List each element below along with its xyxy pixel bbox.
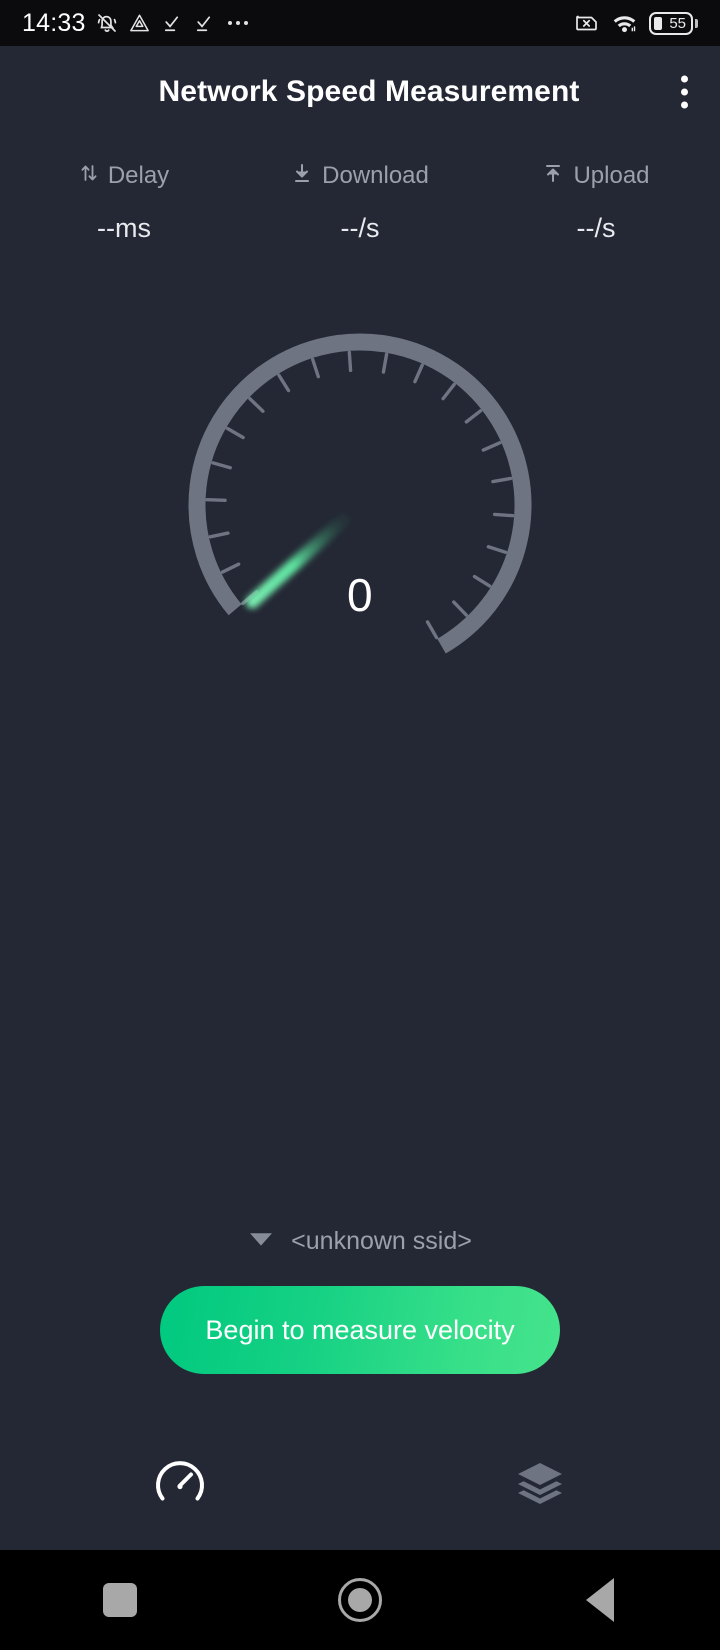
nav-recents-button[interactable] (0, 1583, 240, 1617)
triangle-warning-icon (128, 12, 151, 35)
status-bar-left: 14:33 (22, 8, 574, 37)
more-dots-icon (227, 21, 248, 25)
stat-delay-value: --ms (97, 213, 151, 243)
speedometer-icon (153, 1456, 207, 1515)
stat-upload-value: --/s (576, 213, 616, 243)
check-underline-icon (192, 12, 215, 35)
stat-delay: Delay --ms (6, 162, 242, 242)
app-bar: Network Speed Measurement (0, 46, 720, 138)
layers-icon (514, 1457, 566, 1514)
metrics-row: Delay --ms Download --/s Upload --/s (0, 162, 720, 242)
upload-arrow-icon (542, 162, 564, 189)
ssid-label: <unknown ssid> (291, 1227, 472, 1255)
stat-download-value: --/s (340, 213, 380, 243)
cta-wrap: Begin to measure velocity (0, 1286, 720, 1374)
begin-measure-button[interactable]: Begin to measure velocity (160, 1286, 560, 1374)
speed-gauge: 0 (0, 300, 720, 770)
stat-upload-header: Upload (478, 162, 714, 189)
wifi-icon (611, 11, 638, 35)
stat-download-header: Download (242, 162, 478, 189)
tab-speedometer[interactable] (0, 1456, 360, 1515)
square-icon (103, 1583, 137, 1617)
check-underline-icon (160, 12, 183, 35)
status-clock: 14:33 (22, 8, 86, 37)
stat-download: Download --/s (242, 162, 478, 242)
battery-icon: 55 (649, 11, 698, 35)
battery-level: 55 (669, 14, 686, 32)
stat-delay-label: Delay (107, 161, 170, 189)
overflow-menu-icon[interactable] (675, 70, 694, 115)
stat-download-label: Download (322, 161, 429, 189)
nav-back-button[interactable] (480, 1578, 720, 1622)
triangle-left-icon (586, 1578, 614, 1622)
sim-x-icon (574, 11, 600, 35)
bottom-tab-bar (0, 1420, 720, 1550)
ssid-row: <unknown ssid> (0, 1229, 720, 1254)
wifi-signal-icon (248, 1229, 274, 1254)
delay-arrows-icon (79, 162, 99, 189)
stat-upload-label: Upload (573, 161, 650, 189)
gauge-svg (188, 333, 532, 654)
app-screen: 14:33 55 Network Speed Measurement Delay… (0, 0, 720, 1650)
gauge-value: 0 (346, 569, 374, 621)
stat-upload: Upload --/s (478, 162, 714, 242)
status-bar: 14:33 55 (0, 0, 720, 46)
stat-delay-header: Delay (6, 162, 242, 189)
mute-bell-icon (95, 11, 119, 35)
tab-layers[interactable] (360, 1457, 720, 1514)
nav-home-button[interactable] (240, 1578, 480, 1622)
system-nav-bar (0, 1550, 720, 1650)
download-arrow-icon (291, 162, 313, 189)
status-bar-right: 55 (574, 11, 698, 35)
circle-icon (338, 1578, 382, 1622)
page-title: Network Speed Measurement (158, 75, 580, 108)
